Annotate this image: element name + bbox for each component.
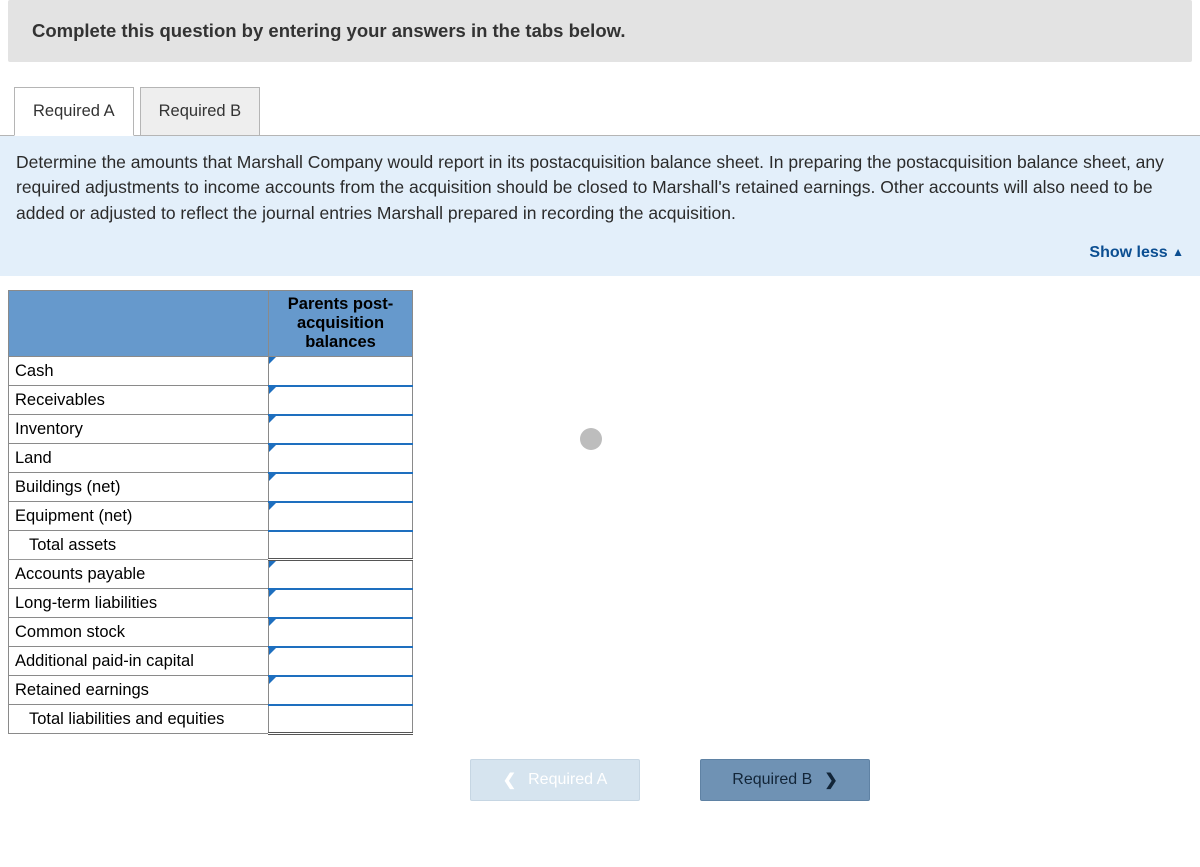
prev-label: Required A: [528, 771, 607, 789]
table-row: Cash: [9, 357, 413, 386]
input-land[interactable]: [269, 444, 413, 473]
next-button[interactable]: Required B ❯: [700, 759, 870, 801]
tab-required-a[interactable]: Required A: [14, 87, 134, 136]
cell-total-le: [269, 705, 413, 734]
table-row: Land: [9, 444, 413, 473]
tab-b-label: Required B: [159, 102, 242, 120]
nav-row: ❮ Required A Required B ❯: [0, 735, 1200, 811]
tab-a-label: Required A: [33, 102, 115, 120]
row-label-land: Land: [9, 444, 269, 473]
row-label-apic: Additional paid-in capital: [9, 647, 269, 676]
input-re[interactable]: [269, 676, 413, 705]
table-row: Additional paid-in capital: [9, 647, 413, 676]
input-cs[interactable]: [269, 618, 413, 647]
balance-sheet-table: Parents post- acquisition balances Cash …: [8, 290, 413, 735]
input-equipment[interactable]: [269, 502, 413, 531]
input-ap[interactable]: [269, 560, 413, 589]
table-row: Buildings (net): [9, 473, 413, 502]
next-label: Required B: [732, 771, 812, 789]
row-label-re: Retained earnings: [9, 676, 269, 705]
table-row: Total assets: [9, 531, 413, 560]
chevron-right-icon: ❯: [824, 770, 837, 790]
table-corner: [9, 291, 269, 357]
table-row: Equipment (net): [9, 502, 413, 531]
input-cash[interactable]: [269, 357, 413, 386]
instruction-bar: Complete this question by entering your …: [8, 0, 1192, 62]
table-row: Long-term liabilities: [9, 589, 413, 618]
table-row: Common stock: [9, 618, 413, 647]
row-label-ap: Accounts payable: [9, 560, 269, 589]
instruction-text: Complete this question by entering your …: [32, 20, 625, 41]
tabs: Required A Required B: [0, 86, 1200, 135]
row-label-buildings: Buildings (net): [9, 473, 269, 502]
table-row: Inventory: [9, 415, 413, 444]
row-label-receivables: Receivables: [9, 386, 269, 415]
input-ltl[interactable]: [269, 589, 413, 618]
row-label-cash: Cash: [9, 357, 269, 386]
input-apic[interactable]: [269, 647, 413, 676]
caret-up-icon: ▲: [1172, 245, 1184, 259]
column-header: Parents post- acquisition balances: [269, 291, 413, 357]
row-label-total-le: Total liabilities and equities: [9, 705, 269, 734]
prompt-panel: Determine the amounts that Marshall Comp…: [0, 135, 1200, 276]
input-receivables[interactable]: [269, 386, 413, 415]
table-row: Retained earnings: [9, 676, 413, 705]
table-row: Accounts payable: [9, 560, 413, 589]
table-row: Receivables: [9, 386, 413, 415]
row-label-total-assets: Total assets: [9, 531, 269, 560]
tab-required-b[interactable]: Required B: [140, 87, 261, 136]
prompt-text: Determine the amounts that Marshall Comp…: [16, 150, 1184, 226]
table-row: Total liabilities and equities: [9, 705, 413, 734]
row-label-cs: Common stock: [9, 618, 269, 647]
prev-button[interactable]: ❮ Required A: [470, 759, 640, 801]
row-label-inventory: Inventory: [9, 415, 269, 444]
row-label-ltl: Long-term liabilities: [9, 589, 269, 618]
row-label-equipment: Equipment (net): [9, 502, 269, 531]
input-inventory[interactable]: [269, 415, 413, 444]
chevron-left-icon: ❮: [503, 770, 516, 790]
show-less-label: Show less: [1089, 244, 1167, 261]
input-buildings[interactable]: [269, 473, 413, 502]
cell-total-assets: [269, 531, 413, 560]
show-less-button[interactable]: Show less ▲: [1089, 244, 1184, 261]
